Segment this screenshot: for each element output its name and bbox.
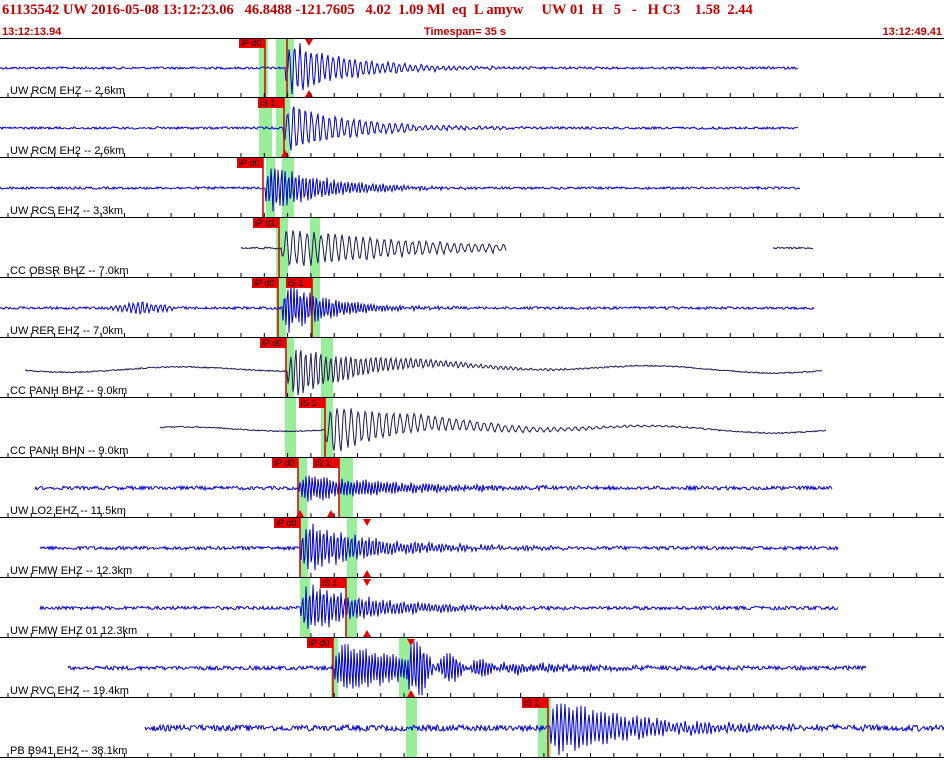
pick-marker-top[interactable]	[305, 39, 313, 46]
magnitude-type: Ml	[427, 2, 445, 18]
waveform	[159, 408, 827, 452]
event-id: 61135542	[2, 2, 60, 18]
station-channel-label: CC PANH BHZ -- 9.0km	[10, 385, 127, 397]
pick-label: iS 1	[288, 278, 304, 288]
pick-label: iS 1	[315, 458, 331, 468]
station-channel-label: UW RCS EHZ -- 3.3km	[10, 205, 123, 217]
pick-label: iS 1	[524, 698, 540, 708]
version: 01	[569, 2, 585, 18]
pick-label: iP d0	[239, 158, 259, 168]
magnitude: 1.09	[398, 2, 424, 18]
latitude: 46.8488	[244, 2, 292, 18]
station-channel-label: UW RVC EHZ -- 19.4km	[10, 685, 129, 697]
station-channel-label: CC PANH BHN -- 9.0km	[10, 445, 128, 457]
time-start-label: 13:12:13.94	[2, 26, 62, 38]
pick-marker-top[interactable]	[363, 519, 371, 526]
waveform	[0, 106, 799, 151]
analyst: amyw	[486, 2, 524, 18]
trace-panel[interactable]: iP d0 UW FMW EHZ -- 12.3km	[0, 518, 944, 578]
trace-panel[interactable]: iP d0 UW RVC EHZ -- 19.4km	[0, 638, 944, 698]
waveform	[39, 523, 839, 571]
pick-marker-bottom[interactable]	[305, 90, 313, 97]
seismogram-panels[interactable]: iP d0 UW RCM EHZ -- 2.6km iS 1 UW RCM EH2 -…	[0, 38, 944, 760]
waveform	[24, 349, 823, 396]
pick-label: iP d0	[262, 338, 282, 348]
event-network: UW	[62, 2, 88, 18]
pick-label: iP d0	[276, 518, 296, 528]
value-b: 2.44	[727, 2, 753, 18]
timespan-label: Timespan= 35 s	[424, 26, 507, 38]
phase-count: 5	[613, 2, 622, 18]
quality-class: H C3	[647, 2, 681, 18]
station-channel-label: UW FMW EHZ -- 12.3km	[10, 565, 132, 577]
phase-window	[310, 218, 320, 278]
trace-panel[interactable]: iP d1 CC OBSR BHZ -- 7.0km	[0, 218, 944, 278]
waveform	[39, 584, 839, 629]
dash: -	[631, 2, 637, 18]
station-channel-label: CC OBSR BHZ -- 7.0km	[10, 265, 129, 277]
trace-panel[interactable]: iP d0 iS 1 UW RER EHZ -- 7.0km	[0, 278, 944, 338]
review-flag: L	[473, 2, 483, 18]
time-end-label: 13:12:49.41	[882, 26, 942, 38]
waveform	[67, 641, 867, 696]
longitude: -121.7605	[295, 2, 355, 18]
trace-panel[interactable]: iS 1 UW FMW EHZ 01 12.3km	[0, 578, 944, 638]
pick-label: iS 1	[322, 578, 338, 588]
pick-label: iP d0	[254, 278, 274, 288]
pick-label: iP d0	[241, 38, 261, 48]
trace-panel[interactable]: iS 1 PB B941 EH2 -- 38.1km	[0, 698, 944, 758]
quality-flag: H	[591, 2, 603, 18]
trace-panel[interactable]: iP d0 iS 1 UW LO2 EHZ -- 11.5km	[0, 458, 944, 518]
trace-panel[interactable]: iP d0 CC PANH BHZ -- 9.0km	[0, 338, 944, 398]
value-a: 1.58	[694, 2, 721, 18]
phase-window	[285, 398, 296, 458]
trace-panel[interactable]: iP d0 UW RCM EHZ -- 2.6km	[0, 38, 944, 98]
pick-label: iP d0	[274, 458, 294, 468]
trace-panel[interactable]: iS 1 CC PANH BHN -- 9.0km	[0, 398, 944, 458]
station-channel-label: UW RCM EHZ -- 2.6km	[10, 85, 125, 97]
station-channel-label: UW FMW EHZ 01 12.3km	[10, 625, 137, 637]
trace-panel[interactable]: iS 1 UW RCM EH2 -- 2.6km	[0, 98, 944, 158]
pick-label: iS 1	[301, 398, 317, 408]
station-channel-label: UW RCM EH2 -- 2.6km	[10, 145, 124, 157]
trace-panel[interactable]: iP d0 UW RCS EHZ -- 3.3km	[0, 158, 944, 218]
station-channel-label: UW LO2 EHZ -- 11.5km	[10, 505, 126, 517]
event-type: eq	[452, 2, 467, 18]
pick-marker-top[interactable]	[363, 579, 371, 586]
waveform	[34, 475, 833, 502]
pick-label: iS 1	[260, 98, 276, 108]
pick-label: iP d1	[255, 218, 275, 228]
pick-label: iP d0	[309, 638, 329, 648]
origin-date: 2016-05-08	[91, 2, 159, 18]
station-channel-label: UW RER EHZ -- 7.0km	[10, 325, 123, 337]
solution-network: UW	[541, 2, 567, 18]
origin-time: 13:12:23.06	[162, 2, 234, 18]
station-channel-label: PB B941 EH2 -- 38.1km	[10, 745, 127, 757]
waveform	[240, 230, 814, 267]
depth: 4.02	[365, 2, 391, 18]
event-summary-header: 61135542 UW 2016-05-08 13:12:23.06 46.84…	[2, 2, 753, 19]
pick-marker-bottom[interactable]	[363, 570, 371, 577]
pick-marker-bottom[interactable]	[363, 630, 371, 637]
